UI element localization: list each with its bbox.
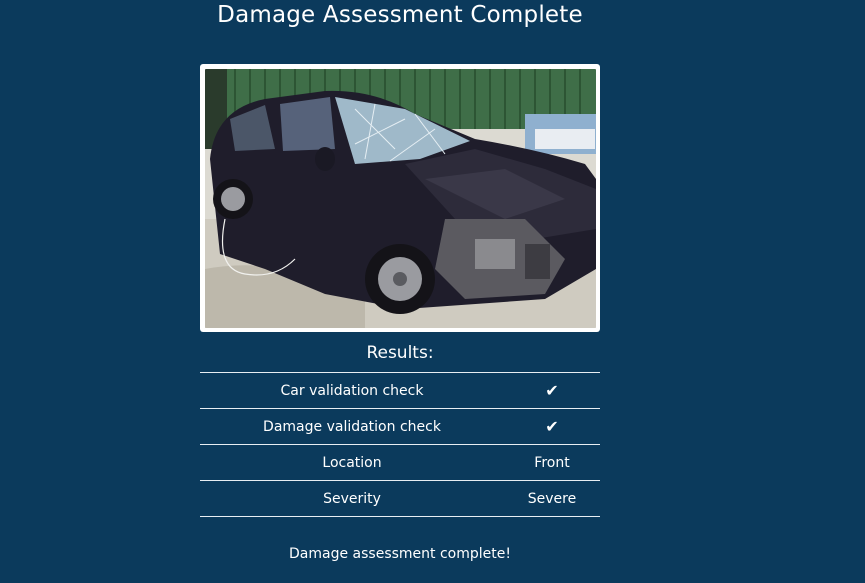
table-row: Location Front — [200, 444, 600, 481]
row-label: Damage validation check — [263, 418, 441, 435]
results-table: Car validation check ✔ Damage validation… — [200, 372, 600, 517]
row-label: Location — [322, 454, 382, 471]
row-label: Car validation check — [280, 382, 424, 399]
page-title: Damage Assessment Complete — [217, 2, 583, 28]
page: Damage Assessment Complete Results: Car … — [0, 0, 865, 583]
car-photo-frame — [200, 64, 600, 332]
car-photo — [205, 69, 596, 328]
table-row: Car validation check ✔ — [200, 372, 600, 409]
table-row: Damage validation check ✔ — [200, 408, 600, 445]
check-icon: ✔ — [545, 417, 559, 436]
status-message: Damage assessment complete! — [289, 546, 511, 562]
severity-value: Severe — [527, 490, 577, 507]
row-label: Severity — [323, 490, 381, 507]
location-value: Front — [534, 454, 570, 471]
table-row: Severity Severe — [200, 480, 600, 517]
check-icon: ✔ — [545, 381, 559, 400]
results-heading: Results: — [366, 343, 434, 363]
